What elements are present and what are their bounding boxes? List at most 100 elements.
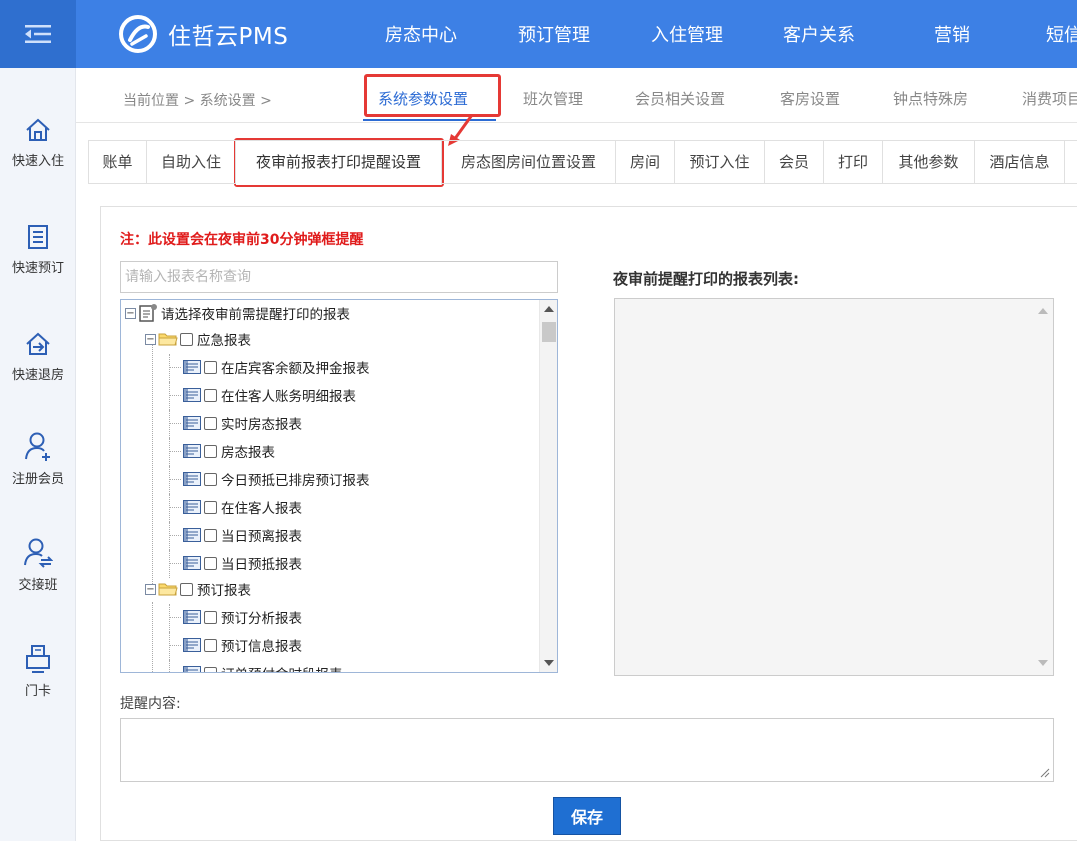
tree-item[interactable]: 预订分析报表 [183,604,302,630]
report-icon [183,528,201,542]
top-navbar: 住哲云PMS 房态中心 预订管理 入住管理 客户关系 营销 短信 [0,0,1077,68]
item-checkbox[interactable] [204,556,217,570]
subtab-bill[interactable]: 账单 [88,141,147,183]
tree-item[interactable]: 今日预抵已排房预订报表 [183,466,370,492]
tree-item[interactable]: 订单预付金时段报表 [183,660,343,672]
item-checkbox[interactable] [204,500,217,514]
subtab-booking-checkin[interactable]: 预订入住 [675,141,765,183]
tree-group-label: 预订报表 [197,583,251,599]
report-icon [183,416,201,430]
item-checkbox[interactable] [204,416,217,430]
tree-connector [169,438,170,466]
subtab-member[interactable]: 会员 [765,141,824,183]
tree-item[interactable]: 在住客人报表 [183,494,302,520]
subtab-self-checkin[interactable]: 自助入住 [147,141,236,183]
tree-item[interactable]: 预订信息报表 [183,632,302,658]
scroll-thumb[interactable] [542,322,556,342]
scroll-down-icon[interactable] [544,660,554,666]
scroll-down-icon[interactable] [1038,660,1048,666]
item-checkbox[interactable] [204,666,217,672]
tree-item-label: 实时房态报表 [221,417,302,433]
folder-icon [158,333,178,346]
nav-room-status[interactable]: 房态中心 [385,21,457,47]
subtab-rooms[interactable]: 房间 [616,141,675,183]
tab-shift-management[interactable]: 班次管理 [523,88,583,109]
tree-item-label: 订单预付金时段报表 [221,663,343,672]
resize-grip-icon[interactable] [1040,768,1050,778]
group-checkbox[interactable] [180,582,193,596]
collapse-icon[interactable]: − [145,333,156,345]
item-checkbox[interactable] [204,360,217,374]
tree-connector [169,451,181,452]
tree-connector [169,507,181,508]
group-checkbox[interactable] [180,332,193,346]
tree-group-booking[interactable]: − 预订报表 [145,576,251,602]
tree-connector [169,367,181,368]
tab-room-settings[interactable]: 客房设置 [780,88,840,109]
item-checkbox[interactable] [204,444,217,458]
sidebar-item-door-card[interactable]: 门卡 [0,644,76,699]
collapse-icon[interactable]: − [125,307,136,319]
tree-group-label: 应急报表 [197,333,251,349]
tree-group-emergency[interactable]: − 应急报表 [145,326,251,352]
tree-item[interactable]: 在住客人账务明细报表 [183,382,356,408]
sidebar-item-quick-checkin[interactable]: 快速入住 [0,116,76,169]
tree-item[interactable]: 实时房态报表 [183,410,302,436]
save-button[interactable]: 保存 [553,797,621,835]
tree-item-label: 当日预离报表 [221,529,302,545]
tree-item[interactable]: 当日预离报表 [183,522,302,548]
selected-report-list[interactable] [614,298,1054,676]
sidebar-item-register-member[interactable]: 注册会员 [0,430,76,487]
tree-connector [169,550,170,578]
remind-content-label: 提醒内容: [120,696,181,712]
tree-root-label: 请选择夜审前需提醒打印的报表 [161,307,350,323]
scroll-up-icon[interactable] [1038,308,1048,314]
nav-reservation[interactable]: 预订管理 [518,21,590,47]
sidebar-item-shift-handover[interactable]: 交接班 [0,536,76,593]
subtab-hotel-info[interactable]: 酒店信息 [975,141,1065,183]
printer-icon [26,645,50,673]
nav-checkin[interactable]: 入住管理 [651,21,723,47]
tree-connector [169,395,181,396]
tree-connector [169,645,181,646]
report-search-input[interactable] [120,261,558,293]
report-icon [183,610,201,624]
tree-item[interactable]: 当日预抵报表 [183,550,302,576]
tree-connector [169,382,170,410]
collapse-icon[interactable]: − [145,583,156,595]
menu-toggle-button[interactable] [0,0,76,68]
sub-tab-bar: 账单 自助入住 夜审前报表打印提醒设置 房态图房间位置设置 房间 预订入住 会员… [88,140,1077,185]
sidebar-item-quick-checkout[interactable]: 快速退房 [0,330,76,383]
nav-marketing[interactable]: 营销 [934,21,970,47]
subtab-other-params[interactable]: 其他参数 [883,141,975,183]
report-icon [183,388,201,402]
tab-system-params[interactable]: 系统参数设置 [378,88,468,109]
tab-hourly-rooms[interactable]: 钟点特殊房 [893,88,968,109]
tree-scrollbar[interactable] [539,300,557,672]
item-checkbox[interactable] [204,528,217,542]
remind-content-field[interactable] [120,718,1054,782]
tree-item[interactable]: 房态报表 [183,438,275,464]
item-checkbox[interactable] [204,610,217,624]
breadcrumb: 当前位置 > 系统设置 > [123,93,272,109]
scroll-up-icon[interactable] [544,306,554,312]
item-checkbox[interactable] [204,638,217,652]
report-root-icon [139,304,157,322]
report-icon [183,472,201,486]
subtab-room-map-position[interactable]: 房态图房间位置设置 [442,141,616,183]
tree-connector [169,617,181,618]
subtab-print[interactable]: 打印 [824,141,883,183]
tree-connector [169,479,181,480]
item-checkbox[interactable] [204,388,217,402]
sidebar-item-quick-booking[interactable]: 快速预订 [0,223,76,276]
breadcrumb-bar: 当前位置 > 系统设置 > 系统参数设置 班次管理 会员相关设置 客房设置 钟点… [76,68,1077,123]
tree-item[interactable]: 在店宾客余额及押金报表 [183,354,370,380]
tab-consumption-items[interactable]: 消费项目 [1022,88,1077,109]
report-tree: − 请选择夜审前需提醒打印的报表 − 应急报表 在店宾客余额及押金报表 在住客人账… [120,299,558,673]
tree-root[interactable]: − 请选择夜审前需提醒打印的报表 [125,300,350,326]
nav-customer[interactable]: 客户关系 [783,21,855,47]
nav-sms[interactable]: 短信 [1046,21,1077,47]
subtab-night-audit-print-reminder[interactable]: 夜审前报表打印提醒设置 [236,141,442,185]
tab-member-settings[interactable]: 会员相关设置 [635,88,725,109]
item-checkbox[interactable] [204,472,217,486]
